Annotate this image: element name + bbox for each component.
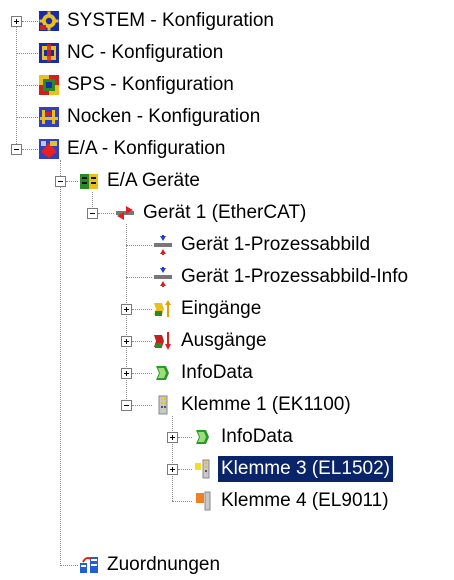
tree-node-infodata[interactable]: InfoData [152, 358, 256, 388]
tree-line [60, 565, 78, 566]
process-image-icon [154, 235, 172, 255]
tree-line [132, 373, 152, 374]
tree-node-ea-geraete[interactable]: E/A Geräte [78, 166, 203, 196]
collapse-toggle-geraet1[interactable] [87, 208, 98, 219]
cam-icon [39, 107, 59, 127]
tree-line [22, 21, 38, 22]
nc-axis-icon [39, 43, 59, 63]
tree-node-label: E/A - Konfiguration [67, 138, 226, 159]
tree-line [126, 277, 152, 278]
tree-node-label: Nocken - Konfiguration [67, 106, 261, 127]
tree-line [16, 117, 38, 118]
inputs-icon [154, 300, 171, 317]
tree-line [178, 437, 192, 438]
terminal-icon [195, 459, 210, 479]
plc-icon [39, 75, 59, 95]
tree-node-ea[interactable]: E/A - Konfiguration [38, 134, 228, 164]
outputs-icon [154, 332, 171, 350]
expand-toggle-ausgaenge[interactable] [121, 336, 132, 347]
tree-node-ausgaenge[interactable]: Ausgänge [152, 326, 270, 356]
tree-line [66, 181, 78, 182]
tree-line [60, 160, 61, 566]
tree-line [22, 149, 38, 150]
tree-node-klemme3[interactable]: Klemme 3 (EL1502) [192, 454, 393, 484]
tree-line [132, 405, 152, 406]
terminal-icon [196, 491, 211, 511]
tree-line [98, 213, 114, 214]
tree-node-prozessabbild[interactable]: Gerät 1-Prozessabbild [152, 230, 373, 260]
tree-node-eingaenge[interactable]: Eingänge [152, 294, 264, 324]
expand-toggle-klemme3[interactable] [167, 464, 178, 475]
tree-node-label: Gerät 1 (EtherCAT) [143, 202, 307, 223]
process-image-icon [154, 267, 172, 287]
tree-node-klemme4[interactable]: Klemme 4 (EL9011) [192, 486, 392, 516]
io-tree-view[interactable]: SYSTEM - Konfiguration NC - Konfiguratio… [0, 0, 454, 580]
tree-node-nc[interactable]: NC - Konfiguration [38, 38, 226, 68]
tree-line [172, 501, 192, 502]
tree-node-system[interactable]: SYSTEM - Konfiguration [38, 6, 277, 36]
ethercat-device-icon [116, 206, 134, 220]
io-devices-icon [80, 174, 98, 189]
expand-toggle-infodata[interactable] [121, 368, 132, 379]
collapse-toggle-ea-geraete[interactable] [55, 176, 66, 187]
tree-node-label: InfoData [221, 426, 293, 447]
tree-node-label: Gerät 1-Prozessabbild [181, 234, 371, 255]
expand-toggle-system[interactable] [11, 16, 22, 27]
tree-node-label: Eingänge [181, 298, 262, 319]
tree-node-prozessabbild-info[interactable]: Gerät 1-Prozessabbild-Info [152, 262, 411, 292]
tree-node-sps[interactable]: SPS - Konfiguration [38, 70, 237, 100]
tree-node-nocken[interactable]: Nocken - Konfiguration [38, 102, 263, 132]
system-gear-icon [39, 11, 59, 31]
tree-line [16, 53, 38, 54]
tree-node-label: Zuordnungen [107, 554, 221, 575]
collapse-toggle-ea[interactable] [11, 144, 22, 155]
tree-node-geraet1[interactable]: Gerät 1 (EtherCAT) [114, 198, 309, 228]
tree-line [132, 309, 152, 310]
tree-node-label: SPS - Konfiguration [67, 74, 234, 95]
tree-line [172, 416, 173, 501]
tree-line [16, 22, 17, 150]
io-config-icon [39, 139, 59, 159]
tree-line [178, 469, 192, 470]
tree-node-zuordnungen[interactable]: Zuordnungen [78, 550, 223, 580]
tree-node-label: E/A Geräte [107, 170, 200, 191]
mappings-icon [80, 557, 98, 573]
collapse-toggle-klemme1[interactable] [121, 400, 132, 411]
tree-node-label: Ausgänge [181, 330, 267, 351]
tree-node-label: Klemme 1 (EK1100) [181, 394, 351, 415]
tree-node-label: NC - Konfiguration [67, 42, 224, 63]
tree-line [126, 245, 152, 246]
infodata-icon [196, 430, 209, 444]
tree-line [16, 85, 38, 86]
expand-toggle-klemme1-infodata[interactable] [167, 432, 178, 443]
tree-node-label: Klemme 4 (EL9011) [221, 490, 389, 511]
tree-line [132, 341, 152, 342]
infodata-icon [156, 366, 169, 380]
tree-node-label: InfoData [181, 362, 253, 383]
tree-node-label: Gerät 1-Prozessabbild-Info [181, 266, 409, 287]
tree-node-label: SYSTEM - Konfiguration [67, 10, 274, 31]
tree-node-klemme1-infodata[interactable]: InfoData [192, 422, 296, 452]
terminal-icon [158, 395, 168, 415]
tree-node-klemme1[interactable]: Klemme 1 (EK1100) [152, 390, 354, 420]
tree-node-label-selected: Klemme 3 (EL1502) [218, 456, 393, 482]
expand-toggle-eingaenge[interactable] [121, 304, 132, 315]
